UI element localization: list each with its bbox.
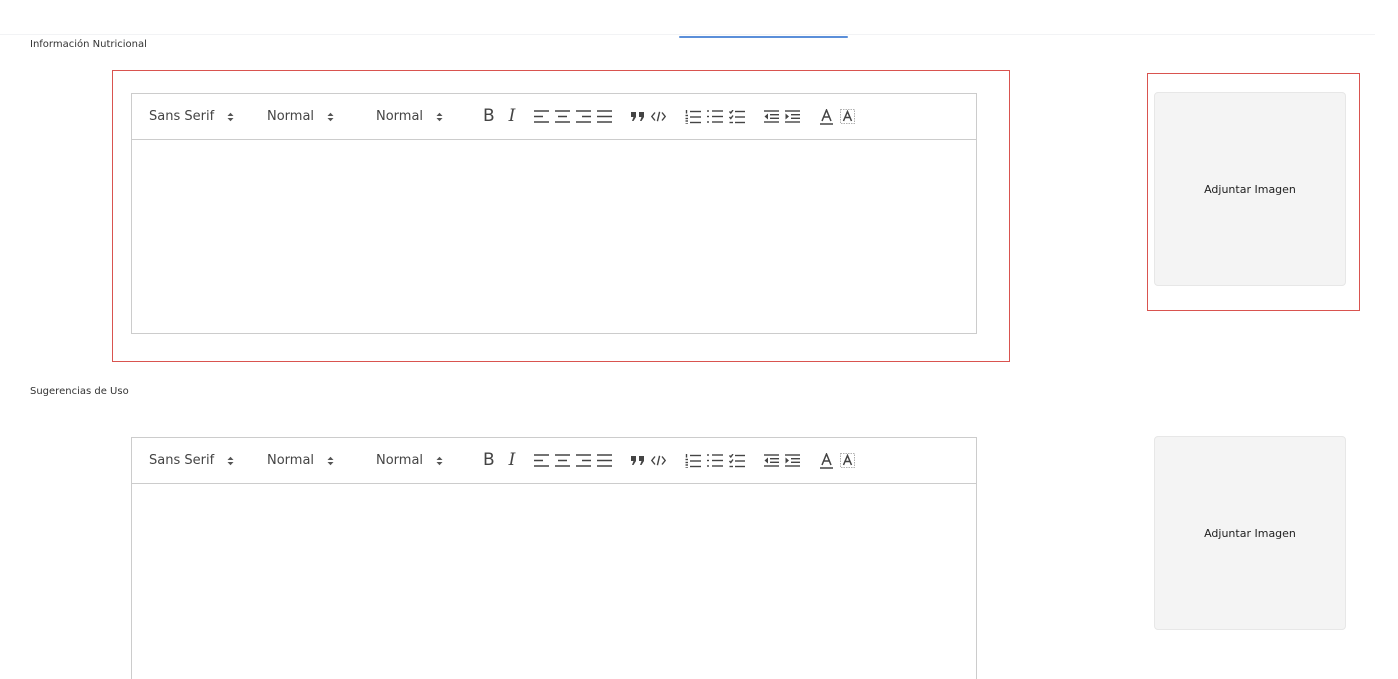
editor-toolbar: Sans Serif Normal Normal B I — [132, 438, 976, 484]
picker-arrows-icon — [435, 456, 443, 466]
text-color-icon — [820, 452, 834, 469]
check-list-button[interactable] — [729, 107, 746, 127]
picker-arrows-icon — [326, 112, 334, 122]
code-block-button[interactable] — [651, 451, 667, 471]
attach-image-button[interactable]: Adjuntar Imagen — [1154, 92, 1346, 286]
font-family-value: Sans Serif — [149, 109, 215, 124]
indent-icon — [785, 110, 801, 123]
outdent-button[interactable] — [764, 451, 780, 471]
editor-content-area[interactable] — [132, 484, 976, 679]
bold-icon: B — [483, 450, 495, 470]
font-family-value: Sans Serif — [149, 453, 215, 468]
text-color-button[interactable] — [819, 451, 834, 471]
align-center-button[interactable] — [555, 451, 571, 471]
bold-icon: B — [483, 106, 495, 126]
align-left-button[interactable] — [534, 451, 550, 471]
italic-button[interactable]: I — [509, 451, 516, 471]
align-center-icon — [555, 110, 571, 123]
align-justify-button[interactable] — [597, 107, 613, 127]
align-justify-icon — [597, 110, 613, 123]
font-family-picker[interactable]: Sans Serif — [149, 453, 267, 468]
italic-button[interactable]: I — [509, 107, 516, 127]
rich-text-editor-nutritional-info: Sans Serif Normal Normal B I — [131, 93, 977, 334]
ordered-list-button[interactable] — [685, 451, 702, 471]
section-label-usage-suggestions: Sugerencias de Uso — [30, 386, 129, 397]
background-color-icon — [840, 108, 856, 124]
italic-icon: I — [508, 450, 516, 470]
ordered-list-button[interactable] — [685, 107, 702, 127]
check-list-button[interactable] — [729, 451, 746, 471]
background-color-button[interactable] — [840, 451, 856, 471]
check-list-icon — [729, 453, 746, 467]
text-color-button[interactable] — [819, 107, 834, 127]
section-label-nutritional-info: Información Nutricional — [30, 39, 147, 50]
active-tab-indicator — [679, 36, 848, 38]
header-picker[interactable]: Normal — [376, 109, 483, 124]
text-color-icon — [820, 108, 834, 125]
bold-button[interactable]: B — [483, 107, 495, 127]
align-left-icon — [534, 454, 550, 467]
outdent-icon — [764, 454, 780, 467]
align-right-icon — [576, 454, 592, 467]
ordered-list-icon — [685, 109, 702, 124]
bullet-list-icon — [707, 110, 724, 123]
align-right-button[interactable] — [576, 451, 592, 471]
check-list-icon — [729, 109, 746, 123]
bullet-list-button[interactable] — [707, 451, 724, 471]
header-picker[interactable]: Normal — [376, 453, 483, 468]
bullet-list-icon — [707, 454, 724, 467]
code-icon — [651, 111, 667, 122]
header-value: Normal — [376, 109, 424, 124]
align-left-button[interactable] — [534, 107, 550, 127]
font-size-picker[interactable]: Normal — [267, 453, 376, 468]
rich-text-editor-usage-suggestions: Sans Serif Normal Normal B I — [131, 437, 977, 679]
font-size-value: Normal — [267, 453, 315, 468]
align-justify-button[interactable] — [597, 451, 613, 471]
align-right-icon — [576, 110, 592, 123]
align-left-icon — [534, 110, 550, 123]
picker-arrows-icon — [326, 456, 334, 466]
editor-content-area[interactable] — [132, 140, 976, 333]
code-icon — [651, 455, 667, 466]
outdent-button[interactable] — [764, 107, 780, 127]
font-size-picker[interactable]: Normal — [267, 109, 376, 124]
outdent-icon — [764, 110, 780, 123]
indent-button[interactable] — [785, 451, 801, 471]
top-divider — [0, 34, 1375, 35]
bold-button[interactable]: B — [483, 451, 495, 471]
picker-arrows-icon — [435, 112, 443, 122]
editor-toolbar: Sans Serif Normal Normal B I — [132, 94, 976, 140]
picker-arrows-icon — [226, 112, 234, 122]
align-right-button[interactable] — [576, 107, 592, 127]
blockquote-button[interactable] — [631, 107, 645, 127]
indent-icon — [785, 454, 801, 467]
attach-image-button[interactable]: Adjuntar Imagen — [1154, 436, 1346, 630]
blockquote-button[interactable] — [631, 451, 645, 471]
quote-icon — [631, 112, 645, 121]
picker-arrows-icon — [226, 456, 234, 466]
align-justify-icon — [597, 454, 613, 467]
ordered-list-icon — [685, 453, 702, 468]
header-value: Normal — [376, 453, 424, 468]
code-block-button[interactable] — [651, 107, 667, 127]
italic-icon: I — [508, 106, 516, 126]
quote-icon — [631, 456, 645, 465]
attach-image-label: Adjuntar Imagen — [1204, 182, 1296, 196]
align-center-button[interactable] — [555, 107, 571, 127]
background-color-icon — [840, 452, 856, 468]
bullet-list-button[interactable] — [707, 107, 724, 127]
background-color-button[interactable] — [840, 107, 856, 127]
font-family-picker[interactable]: Sans Serif — [149, 109, 267, 124]
attach-image-label: Adjuntar Imagen — [1204, 526, 1296, 540]
align-center-icon — [555, 454, 571, 467]
font-size-value: Normal — [267, 109, 315, 124]
indent-button[interactable] — [785, 107, 801, 127]
